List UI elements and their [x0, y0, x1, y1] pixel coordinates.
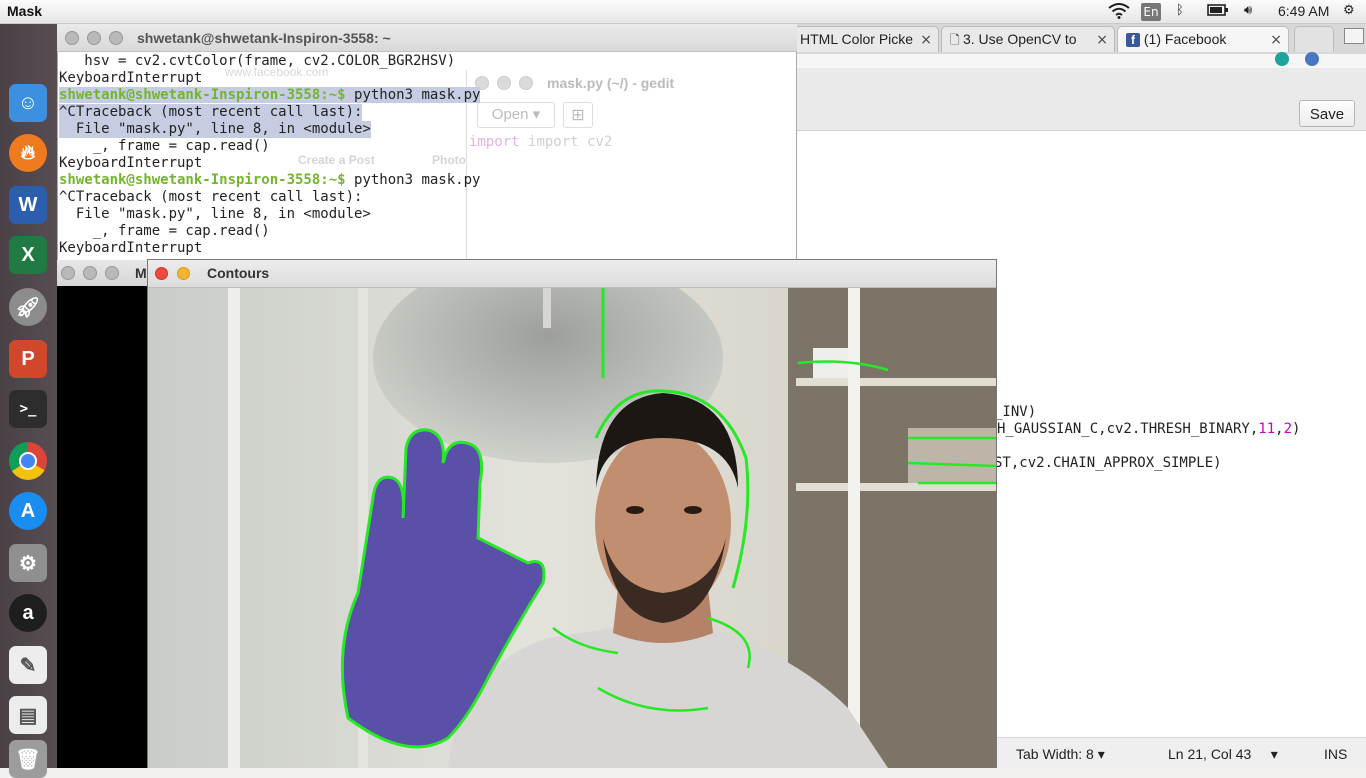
maximize-button[interactable]	[109, 31, 123, 45]
launcher: ☺ 🔥︎ W X 🚀︎ P >_ A ⚙ a ✎ ▤ 🗑︎	[0, 24, 57, 778]
finder-icon[interactable]: ☺	[9, 84, 47, 122]
code-line: import import cv2	[469, 134, 613, 150]
tab-label: 3. Use OpenCV to	[962, 31, 1077, 47]
mask-window-titlebar: M	[57, 260, 149, 286]
launchpad-icon[interactable]: 🚀︎	[9, 288, 47, 326]
document-viewer-icon[interactable]: ▤	[9, 696, 47, 734]
bluetooth-icon[interactable]: ᛒ	[1176, 3, 1184, 18]
minimize-button[interactable]	[177, 267, 190, 280]
minimize-button[interactable]	[497, 76, 511, 90]
webcam-contour-image	[148, 288, 996, 768]
terminal-line: KeyboardInterrupt	[59, 155, 203, 171]
close-button[interactable]	[61, 266, 75, 280]
gedit-headerbar	[797, 68, 1366, 131]
terminal-title: shwetank@shwetank-Inspiron-3558: ~	[137, 30, 391, 46]
ghost-photo: Photo	[432, 153, 466, 167]
tab-opencv[interactable]: 🗋︎ 3. Use OpenCV to ×	[941, 26, 1115, 52]
chrome-icon[interactable]	[9, 442, 47, 480]
volume-icon[interactable]: 🔊︎	[1244, 3, 1252, 18]
close-button[interactable]	[155, 267, 168, 280]
insert-mode-indicator: INS	[1324, 746, 1348, 762]
cursor-position-selector[interactable]: Ln 21, Col 43 ▾	[1168, 746, 1278, 763]
amazon-icon[interactable]: a	[9, 594, 47, 632]
facebook-icon: f	[1126, 33, 1140, 47]
open-button[interactable]: Open ▾	[477, 102, 555, 128]
terminal-line: File "mask.py", line 8, in <module>	[59, 121, 371, 138]
top-panel: Mask En ᛒ 🔊︎ 6:49 AM ⚙	[0, 0, 1366, 24]
maximize-button[interactable]	[105, 266, 119, 280]
app-store-icon[interactable]: A	[9, 492, 47, 530]
minimize-button[interactable]	[83, 266, 97, 280]
profile-icon[interactable]	[1305, 52, 1319, 66]
terminal-line: KeyboardInterrupt	[59, 240, 203, 256]
keyboard-layout-indicator[interactable]: En	[1141, 3, 1161, 21]
window-control-icon[interactable]	[1344, 28, 1364, 44]
mask-window-title: M	[135, 265, 147, 281]
code-line-fragment: H_GAUSSIAN_C,cv2.THRESH_BINARY,11,2)	[997, 421, 1301, 437]
word-icon[interactable]: W	[9, 186, 47, 224]
excel-icon[interactable]: X	[9, 236, 47, 274]
new-tab-button[interactable]	[1294, 26, 1334, 52]
tab-facebook[interactable]: f (1) Facebook ×	[1117, 26, 1289, 52]
terminal-line: ^CTraceback (most recent call last):	[59, 104, 363, 121]
terminal-line: KeyboardInterrupt	[59, 70, 203, 86]
contours-titlebar: Contours	[148, 260, 996, 288]
close-icon[interactable]: ×	[1270, 32, 1282, 48]
terminal-line: shwetank@shwetank-Inspiron-3558:~$ pytho…	[59, 172, 481, 188]
browser-address-bar	[797, 52, 1366, 69]
minimize-button[interactable]	[87, 31, 101, 45]
battery-icon[interactable]	[1207, 3, 1229, 21]
terminal-line: _, frame = cap.read()	[59, 223, 270, 239]
terminal-line: shwetank@shwetank-Inspiron-3558:~$ pytho…	[59, 87, 481, 103]
tab-html-color-picker[interactable]: HTML Color Picke ×	[791, 26, 939, 52]
code-line-fragment: _INV)	[994, 404, 1037, 420]
code-line-fragment: ST,cv2.CHAIN_APPROX_SIMPLE)	[994, 455, 1222, 471]
close-icon[interactable]: ×	[1096, 32, 1108, 48]
tab-label: (1) Facebook	[1143, 31, 1227, 47]
mask-window[interactable]	[57, 260, 149, 768]
text-editor-icon[interactable]: ✎	[9, 646, 47, 684]
maximize-button[interactable]	[519, 76, 533, 90]
document-icon: 🗋︎	[950, 33, 963, 47]
gedit-window-behind: mask.py (~/) - gedit Open ▾ ⊞ import imp…	[466, 70, 781, 260]
extension-icon[interactable]	[1275, 52, 1289, 66]
close-icon[interactable]: ×	[920, 32, 932, 48]
apple-icon[interactable]	[9, 32, 47, 70]
firefox-icon[interactable]: 🔥︎	[9, 134, 47, 172]
trash-icon[interactable]: 🗑︎	[9, 740, 47, 778]
terminal-line: File "mask.py", line 8, in <module>	[59, 206, 371, 222]
terminal-line: ^CTraceback (most recent call last):	[59, 189, 363, 205]
save-button[interactable]: Save	[1299, 100, 1355, 127]
tab-width-selector[interactable]: Tab Width: 8 ▾	[1016, 746, 1105, 763]
tab-label: HTML Color Picke	[800, 31, 914, 47]
close-button[interactable]	[65, 31, 79, 45]
gear-icon[interactable]: ⚙	[1343, 3, 1355, 18]
new-document-icon[interactable]: ⊞	[563, 102, 593, 128]
terminal-line: _, frame = cap.read()	[59, 138, 270, 154]
system-settings-icon[interactable]: ⚙	[9, 544, 47, 582]
clock[interactable]: 6:49 AM	[1278, 3, 1329, 19]
terminal-titlebar: shwetank@shwetank-Inspiron-3558: ~	[57, 24, 797, 52]
ghost-create-post: Create a Post	[298, 153, 375, 167]
ghost-url: www.facebook.com	[225, 65, 329, 79]
wifi-icon[interactable]	[1108, 3, 1130, 23]
powerpoint-icon[interactable]: P	[9, 340, 47, 378]
active-app-title: Mask	[7, 3, 43, 19]
contours-window-title: Contours	[207, 265, 270, 281]
terminal-icon[interactable]: >_	[9, 390, 47, 428]
browser-tab-strip: HTML Color Picke × 🗋︎ 3. Use OpenCV to ×…	[791, 24, 1366, 54]
gedit-title: mask.py (~/) - gedit	[547, 75, 675, 91]
